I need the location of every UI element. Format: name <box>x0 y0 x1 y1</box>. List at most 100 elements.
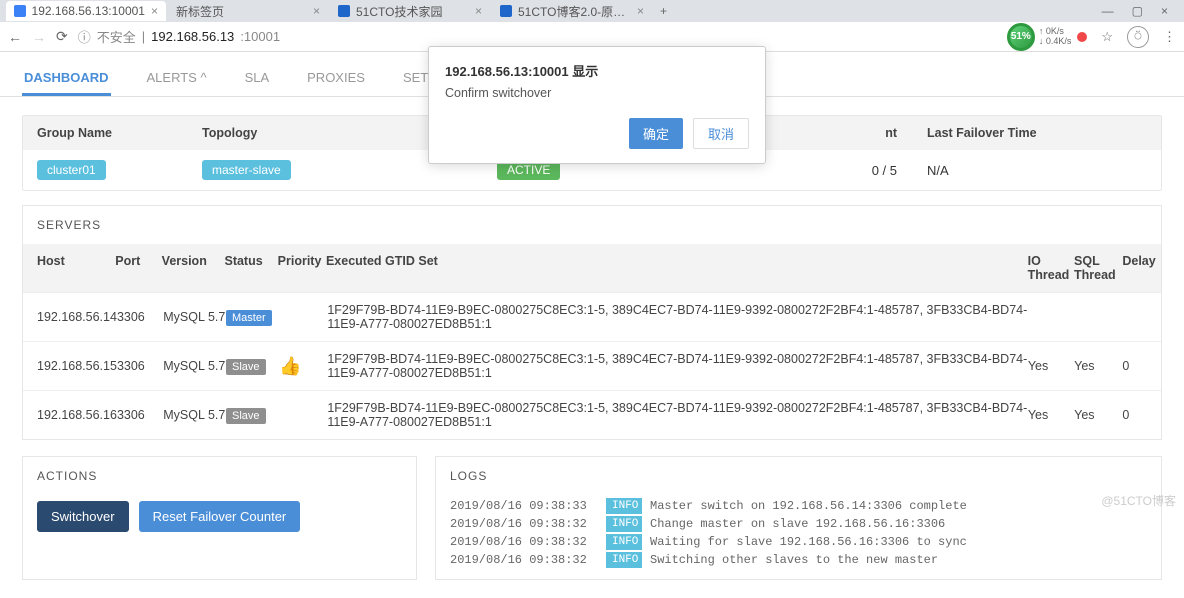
log-msg: Change master on slave 192.168.56.16:330… <box>650 515 945 533</box>
status-badge: Slave <box>226 408 266 424</box>
close-icon[interactable]: × <box>313 4 320 18</box>
tab-title: 51CTO技术家园 <box>356 3 442 20</box>
tab-alerts[interactable]: ALERTS ^ <box>145 62 209 96</box>
maximize-icon[interactable]: ▢ <box>1132 4 1143 18</box>
watermark: @51CTO博客 <box>1101 492 1176 509</box>
cell-gtid: 1F29F79B-BD74-11E9-B9EC-0800275C8EC3:1-5… <box>327 303 1028 331</box>
log-level-badge: INFO <box>606 534 642 551</box>
browser-tab[interactable]: 192.168.56.13:10001 × <box>6 1 166 21</box>
cell-version: MySQL 5.7 <box>163 408 226 422</box>
favicon-icon <box>500 5 512 17</box>
tab-proxies[interactable]: PROXIES <box>305 62 367 96</box>
minimize-icon[interactable]: — <box>1102 4 1114 18</box>
reset-failover-button[interactable]: Reset Failover Counter <box>139 501 301 532</box>
log-msg: Switching other slaves to the new master <box>650 551 938 569</box>
tab-title: 新标签页 <box>176 3 224 20</box>
cell-version: MySQL 5.7 <box>163 359 226 373</box>
net-usage-icon: 51% <box>1007 23 1035 51</box>
cell-port: 3306 <box>117 310 163 324</box>
url-port: :10001 <box>240 29 280 44</box>
dialog-cancel-button[interactable]: 取消 <box>693 118 749 149</box>
security-label: 不安全 <box>97 27 136 46</box>
browser-tab[interactable]: 51CTO博客2.0-原创IT技术文章... × <box>492 1 652 21</box>
col-host: Host <box>23 254 115 282</box>
profile-icon[interactable]: ⍥ <box>1127 26 1149 48</box>
menu-icon[interactable]: ⋮ <box>1163 29 1176 45</box>
servers-panel: SERVERS Host Port Version Status Priorit… <box>22 205 1162 440</box>
col-io: IO Thread <box>1028 254 1074 282</box>
star-icon[interactable]: ☆ <box>1101 29 1113 45</box>
close-icon[interactable]: × <box>151 4 158 18</box>
confirm-dialog: 192.168.56.13:10001 显示 Confirm switchove… <box>428 46 766 164</box>
col-version: Version <box>162 254 225 282</box>
log-ts: 2019/08/16 09:38:33 <box>450 497 598 515</box>
col-delay: Delay <box>1122 254 1161 282</box>
dialog-ok-button[interactable]: 确定 <box>629 118 683 149</box>
actions-title: ACTIONS <box>23 457 416 495</box>
server-row: 192.168.56.15 3306 MySQL 5.7 Slave 👍 1F2… <box>23 341 1161 390</box>
group-name-tag[interactable]: cluster01 <box>37 160 106 180</box>
failover-count: 0 / 5 <box>702 163 927 178</box>
switchover-button[interactable]: Switchover <box>37 501 129 532</box>
thumbs-up-icon[interactable]: 👍 <box>279 356 301 376</box>
tab-title: 51CTO博客2.0-原创IT技术文章... <box>518 3 628 20</box>
cell-delay: 0 <box>1122 408 1161 422</box>
topology-tag[interactable]: master-slave <box>202 160 291 180</box>
dialog-title: 192.168.56.13:10001 显示 <box>445 61 749 80</box>
close-icon[interactable]: × <box>637 4 644 18</box>
server-row: 192.168.56.14 3306 MySQL 5.7 Master 1F29… <box>23 292 1161 341</box>
col-port: Port <box>115 254 161 282</box>
cell-delay: 0 <box>1122 359 1161 373</box>
separator: | <box>142 29 145 44</box>
log-level-badge: INFO <box>606 516 642 533</box>
forward-icon: → <box>32 29 46 45</box>
actions-panel: ACTIONS Switchover Reset Failover Counte… <box>22 456 417 580</box>
cell-sql: Yes <box>1074 359 1122 373</box>
cell-gtid: 1F29F79B-BD74-11E9-B9EC-0800275C8EC3:1-5… <box>327 401 1028 429</box>
log-msg: Master switch on 192.168.56.14:3306 comp… <box>650 497 967 515</box>
network-monitor[interactable]: 51% ↑ 0K/s↓ 0.4K/s <box>1007 23 1088 51</box>
cell-host: 192.168.56.16 <box>23 408 117 422</box>
log-line: 2019/08/16 09:38:32INFOChange master on … <box>450 515 1147 533</box>
url-host: 192.168.56.13 <box>151 29 234 44</box>
url-field[interactable]: ⓘ 不安全 | 192.168.56.13 :10001 <box>78 27 997 46</box>
notification-badge-icon <box>1077 32 1087 42</box>
log-level-badge: INFO <box>606 552 642 569</box>
col-sql: SQL Thread <box>1074 254 1122 282</box>
cell-port: 3306 <box>117 359 163 373</box>
tab-sla[interactable]: SLA <box>243 62 272 96</box>
cell-sql: Yes <box>1074 408 1122 422</box>
tab-dashboard[interactable]: DASHBOARD <box>22 62 111 96</box>
last-failover-time: N/A <box>927 163 1147 178</box>
status-badge: Master <box>226 310 272 326</box>
cell-port: 3306 <box>117 408 163 422</box>
favicon-icon <box>338 5 350 17</box>
cell-version: MySQL 5.7 <box>163 310 226 324</box>
tab-title: 192.168.56.13:10001 <box>32 4 145 18</box>
server-row: 192.168.56.16 3306 MySQL 5.7 Slave 1F29F… <box>23 390 1161 439</box>
col-last-failover: Last Failover Time <box>927 126 1147 140</box>
logs-title: LOGS <box>436 457 1161 495</box>
back-icon[interactable]: ← <box>8 29 22 45</box>
log-ts: 2019/08/16 09:38:32 <box>450 533 598 551</box>
col-gtid: Executed GTID Set <box>326 254 1028 282</box>
browser-tab-strip: 192.168.56.13:10001 × 新标签页 × 51CTO技术家园 × 51… <box>0 0 1184 22</box>
cell-host: 192.168.56.14 <box>23 310 117 324</box>
new-tab-button[interactable]: + <box>654 4 673 18</box>
close-window-icon[interactable]: × <box>1161 4 1168 18</box>
col-priority: Priority <box>278 254 326 282</box>
browser-tab[interactable]: 新标签页 × <box>168 1 328 21</box>
reload-icon[interactable]: ⟳ <box>56 28 68 45</box>
cell-host: 192.168.56.15 <box>23 359 117 373</box>
log-level-badge: INFO <box>606 498 642 515</box>
log-msg: Waiting for slave 192.168.56.16:3306 to … <box>650 533 967 551</box>
close-icon[interactable]: × <box>475 4 482 18</box>
dialog-message: Confirm switchover <box>445 86 749 100</box>
info-icon: ⓘ <box>78 27 91 46</box>
browser-tab[interactable]: 51CTO技术家园 × <box>330 1 490 21</box>
cell-io: Yes <box>1028 359 1074 373</box>
cell-gtid: 1F29F79B-BD74-11E9-B9EC-0800275C8EC3:1-5… <box>327 352 1028 380</box>
log-line: 2019/08/16 09:38:32 INFO Switching other s… <box>450 551 1147 569</box>
log-ts: 2019/08/16 09:38:32 <box>450 551 598 569</box>
cell-io: Yes <box>1028 408 1074 422</box>
